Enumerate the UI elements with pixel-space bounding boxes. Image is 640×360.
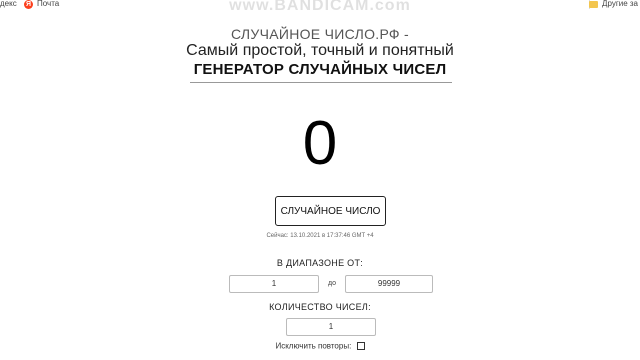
recording-watermark: www.BANDICAM.com — [229, 0, 411, 14]
exclude-repeats-label: Исключить повторы: — [275, 341, 352, 351]
range-to-label: до — [328, 280, 336, 287]
range-to-input[interactable]: 99999 — [345, 275, 433, 293]
range-label: В ДИАПАЗОНЕ ОТ: — [276, 258, 364, 268]
site-heading: ГЕНЕРАТОР СЛУЧАЙНЫХ ЧИСЕЛ — [193, 61, 447, 78]
title-divider — [190, 82, 452, 83]
generate-button[interactable]: СЛУЧАЙНОЕ ЧИСЛО — [275, 196, 386, 226]
count-input[interactable]: 1 — [286, 318, 376, 336]
random-result: 0 — [302, 109, 338, 178]
range-from-input[interactable]: 1 — [229, 275, 319, 293]
site-subtitle: Самый простой, точный и понятный — [186, 42, 454, 59]
exclude-repeats-row: Исключить повторы: — [0, 341, 640, 350]
exclude-repeats-checkbox[interactable] — [356, 341, 365, 350]
current-time: Сейчас: 13.10.2021 в 17:37:46 GMT +4 — [266, 233, 374, 239]
count-label: КОЛИЧЕСТВО ЧИСЕЛ: — [269, 302, 371, 312]
site-title: СЛУЧАЙНОЕ ЧИСЛО.РФ - — [230, 26, 410, 42]
